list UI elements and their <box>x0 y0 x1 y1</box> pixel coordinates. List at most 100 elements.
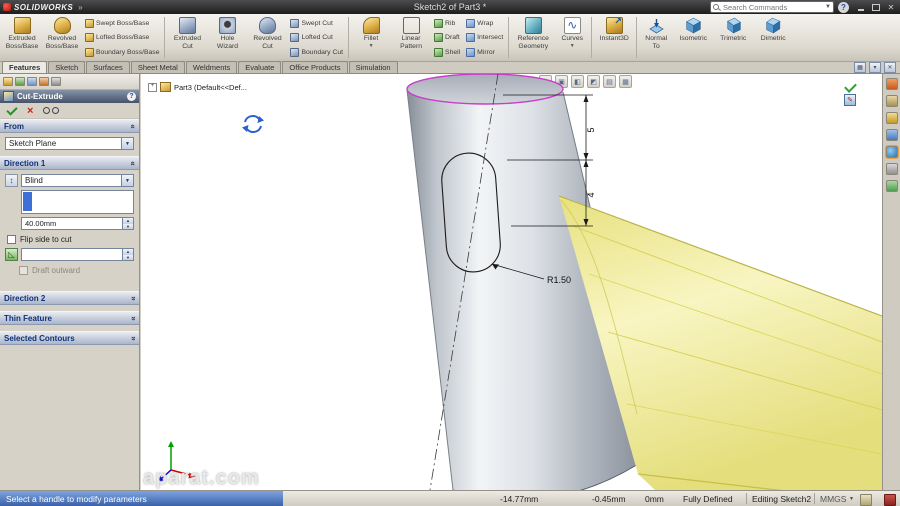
wrap-button[interactable]: Wrap <box>464 17 505 29</box>
swept-boss-base-button[interactable]: Swept Boss/Base <box>83 17 161 29</box>
cylinder-bottom-rim[interactable] <box>453 456 650 490</box>
tree-root-label[interactable]: Part3 (Default<<Def... <box>174 83 247 92</box>
view-orientation-icon[interactable]: ▤ <box>603 75 616 88</box>
close-button[interactable]: ✕ <box>885 2 897 12</box>
radius-label[interactable]: R1.50 <box>547 275 571 285</box>
minimize-button[interactable] <box>855 2 867 12</box>
dimension-annotations[interactable] <box>503 94 593 227</box>
status-indicator-icon[interactable] <box>884 494 896 506</box>
dropdown-arrow-icon[interactable]: ▼ <box>121 138 133 149</box>
thin-feature-section-header[interactable]: Thin Feature « <box>0 311 139 325</box>
feature-manager-tab-icon[interactable] <box>3 77 13 86</box>
tab-sketch[interactable]: Sketch <box>48 61 86 73</box>
dropdown-arrow-icon[interactable]: ▼ <box>369 43 374 50</box>
reverse-direction-button[interactable]: ↕ <box>5 174 18 187</box>
flip-side-checkbox-row[interactable]: Flip side to cut <box>7 235 134 244</box>
menu-expand-arrow[interactable]: » <box>78 3 82 12</box>
tab-weldments[interactable]: Weldments <box>185 61 238 73</box>
tab-simulation[interactable]: Simulation <box>348 61 398 73</box>
toolbar-display-grid-icon[interactable]: ▦ <box>854 62 866 73</box>
rib-button[interactable]: Rib <box>432 17 462 29</box>
search-input[interactable] <box>721 1 824 13</box>
instant3d-button[interactable]: Instant3D <box>594 15 634 60</box>
restore-button[interactable] <box>870 2 882 12</box>
cylinder-face[interactable] <box>407 90 649 490</box>
shell-button[interactable]: Shell <box>432 46 462 58</box>
ok-check-icon[interactable] <box>6 103 18 116</box>
dropdown-arrow-icon[interactable]: ▼ <box>570 43 575 50</box>
toolbar-pin-icon[interactable]: ✕ <box>884 62 896 73</box>
dimension-a-label[interactable]: 5 <box>586 127 596 132</box>
detailed-preview-icon[interactable] <box>43 107 60 114</box>
reference-geometry-button[interactable]: Reference Geometry <box>511 15 555 60</box>
normal-to-button[interactable]: Normal To <box>639 15 673 60</box>
draft-button[interactable]: Draft <box>432 32 462 44</box>
property-manager-tab-icon[interactable] <box>15 77 25 86</box>
search-pane-icon[interactable] <box>885 129 898 141</box>
units-dropdown-icon[interactable]: ▼ <box>849 496 854 502</box>
mirror-button[interactable]: Mirror <box>464 46 505 58</box>
boundary-boss-base-button[interactable]: Boundary Boss/Base <box>83 46 161 58</box>
intersect-button[interactable]: Intersect <box>464 32 505 44</box>
design-library-icon[interactable] <box>885 95 898 107</box>
sketch-exit-icon[interactable]: ✎ <box>844 94 856 106</box>
pm-help-button[interactable]: ? <box>127 92 136 101</box>
from-section-header[interactable]: From « <box>0 119 139 133</box>
boundary-cut-button[interactable]: Boundary Cut <box>288 46 345 58</box>
yellow-preview-cylinder[interactable] <box>558 195 882 490</box>
isometric-view-button[interactable]: Isometric <box>673 15 713 60</box>
help-button[interactable]: ? <box>838 1 849 13</box>
flip-side-checkbox[interactable] <box>7 235 16 244</box>
cylinder-right-edge[interactable] <box>562 91 650 458</box>
from-plane-select[interactable]: Sketch Plane ▼ <box>5 137 134 150</box>
tab-features[interactable]: Features <box>2 61 48 73</box>
extruded-boss-base-button[interactable]: Extruded Boss/Base <box>2 15 42 60</box>
radius-dimension[interactable]: R1.50 <box>491 263 571 285</box>
draft-on-off-button[interactable]: ◺ <box>5 248 18 261</box>
toolbar-options-icon[interactable]: ▾ <box>869 62 881 73</box>
fillet-button[interactable]: Fillet ▼ <box>351 15 391 60</box>
cancel-x-icon[interactable]: × <box>27 105 33 116</box>
units-selector[interactable]: MMGS <box>820 494 846 504</box>
revolved-cut-button[interactable]: Revolved Cut <box>247 15 287 60</box>
tags-icon[interactable] <box>860 494 872 506</box>
direction-reference-listbox[interactable] <box>21 190 134 214</box>
tree-expand-icon[interactable]: + <box>148 82 157 92</box>
appearances-icon[interactable] <box>885 163 898 175</box>
dimxpert-tab-icon[interactable] <box>39 77 49 86</box>
tab-office-products[interactable]: Office Products <box>282 61 348 73</box>
dimension-b-label[interactable]: 4 <box>586 192 596 197</box>
linear-pattern-button[interactable]: Linear Pattern <box>391 15 431 60</box>
revolved-boss-base-button[interactable]: Revolved Boss/Base <box>42 15 82 60</box>
dimetric-view-button[interactable]: Dimetric <box>753 15 793 60</box>
display-manager-tab-icon[interactable] <box>51 77 61 86</box>
custom-properties-icon[interactable] <box>885 180 898 192</box>
swept-cut-button[interactable]: Swept Cut <box>288 17 345 29</box>
confirm-accept-icon[interactable] <box>843 80 857 93</box>
display-style-icon[interactable]: ▦ <box>619 75 632 88</box>
extruded-cut-button[interactable]: Extruded Cut <box>167 15 207 60</box>
zoom-area-icon[interactable]: ▣ <box>555 75 568 88</box>
file-explorer-icon[interactable] <box>885 112 898 124</box>
depth-spinfield[interactable]: 40.00mm ▲ ▼ <box>21 217 134 230</box>
previous-view-icon[interactable]: ◧ <box>571 75 584 88</box>
direction2-section-header[interactable]: Direction 2 « <box>0 291 139 305</box>
end-condition-select[interactable]: Blind ▼ <box>21 174 134 187</box>
draft-angle-spinner[interactable]: ▲ ▼ <box>122 249 133 260</box>
slot-sketch-profile[interactable] <box>440 151 502 273</box>
cylinder-left-edge[interactable] <box>406 89 454 490</box>
hole-wizard-button[interactable]: Hole Wizard <box>207 15 247 60</box>
search-box[interactable]: ▼ <box>710 1 834 13</box>
direction1-section-header[interactable]: Direction 1 « <box>0 156 139 170</box>
depth-spinner[interactable]: ▲ ▼ <box>122 218 133 229</box>
search-dropdown-icon[interactable]: ▼ <box>825 4 831 10</box>
lofted-boss-base-button[interactable]: Lofted Boss/Base <box>83 32 161 44</box>
lofted-cut-button[interactable]: Lofted Cut <box>288 32 345 44</box>
configuration-manager-tab-icon[interactable] <box>27 77 37 86</box>
feature-tree-flyout[interactable]: + Part3 (Default<<Def... <box>148 82 247 92</box>
graphics-viewport[interactable]: ◐ ▣ ◧ ◩ ▤ ▦ 5 4 R1.50 + Part3 (Default<<… <box>141 74 882 490</box>
tab-sheet-metal[interactable]: Sheet Metal <box>130 61 185 73</box>
trimetric-view-button[interactable]: Trimetric <box>713 15 753 60</box>
section-view-icon[interactable]: ◩ <box>587 75 600 88</box>
selected-contours-section-header[interactable]: Selected Contours « <box>0 331 139 345</box>
